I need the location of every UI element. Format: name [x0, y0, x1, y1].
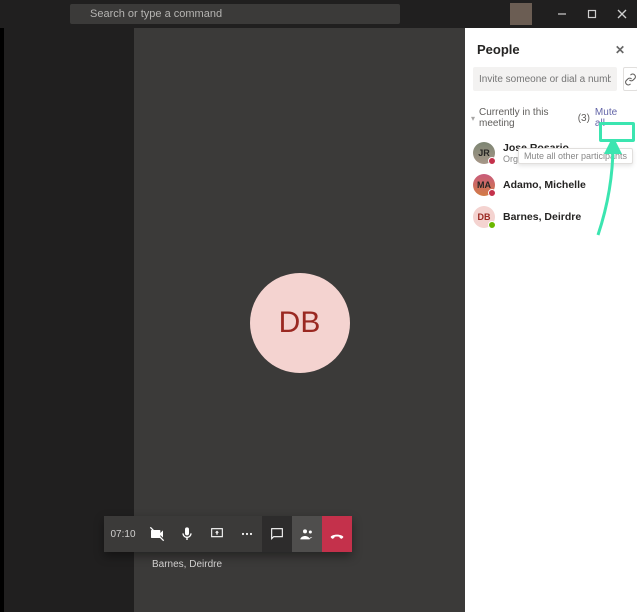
participant-row[interactable]: DB Barnes, Deirdre: [465, 201, 637, 233]
camera-toggle-button[interactable]: [142, 516, 172, 552]
participant-name: Barnes, Deirdre: [503, 211, 581, 223]
title-bar: Search or type a command: [0, 0, 637, 28]
meeting-stage: DB 07:10 Barnes,: [134, 28, 465, 612]
maximize-button[interactable]: [577, 0, 607, 28]
copy-link-button[interactable]: [623, 67, 637, 91]
invite-input[interactable]: [473, 67, 617, 91]
mute-all-button[interactable]: Mute all: [590, 103, 631, 133]
more-actions-button[interactable]: [232, 516, 262, 552]
minimize-button[interactable]: [547, 0, 577, 28]
stage-name-label: Barnes, Deirdre: [152, 559, 222, 570]
chevron-down-icon: ▾: [471, 114, 475, 123]
participant-name: Adamo, Michelle: [503, 179, 586, 191]
panel-close-button[interactable]: ✕: [615, 43, 625, 57]
command-search[interactable]: Search or type a command: [70, 4, 400, 24]
meeting-toolbar: 07:10: [104, 516, 352, 552]
presence-indicator: [488, 189, 496, 197]
section-label: Currently in this meeting: [479, 107, 575, 129]
section-header[interactable]: ▾ Currently in this meeting (3) Mute all: [465, 99, 637, 137]
stage-avatar: DB: [250, 273, 350, 373]
participant-avatar: MA: [473, 174, 495, 196]
chat-button[interactable]: [262, 516, 292, 552]
mute-all-tooltip: Mute all other participants: [518, 148, 633, 164]
presence-indicator: [488, 221, 496, 229]
presence-indicator: [488, 157, 496, 165]
share-screen-button[interactable]: [202, 516, 232, 552]
call-timer: 07:10: [104, 516, 142, 552]
close-window-button[interactable]: [607, 0, 637, 28]
window-controls: [510, 0, 637, 28]
mic-toggle-button[interactable]: [172, 516, 202, 552]
participant-avatar: DB: [473, 206, 495, 228]
panel-title: People: [477, 42, 520, 57]
section-count: (3): [578, 113, 590, 124]
participant-row[interactable]: MA Adamo, Michelle: [465, 169, 637, 201]
people-panel: People ✕ ▾ Currently in this meeting (3)…: [465, 28, 637, 612]
participants-button[interactable]: [292, 516, 322, 552]
participant-avatar: JR: [473, 142, 495, 164]
user-avatar-tile[interactable]: [510, 3, 532, 25]
hangup-button[interactable]: [322, 516, 352, 552]
